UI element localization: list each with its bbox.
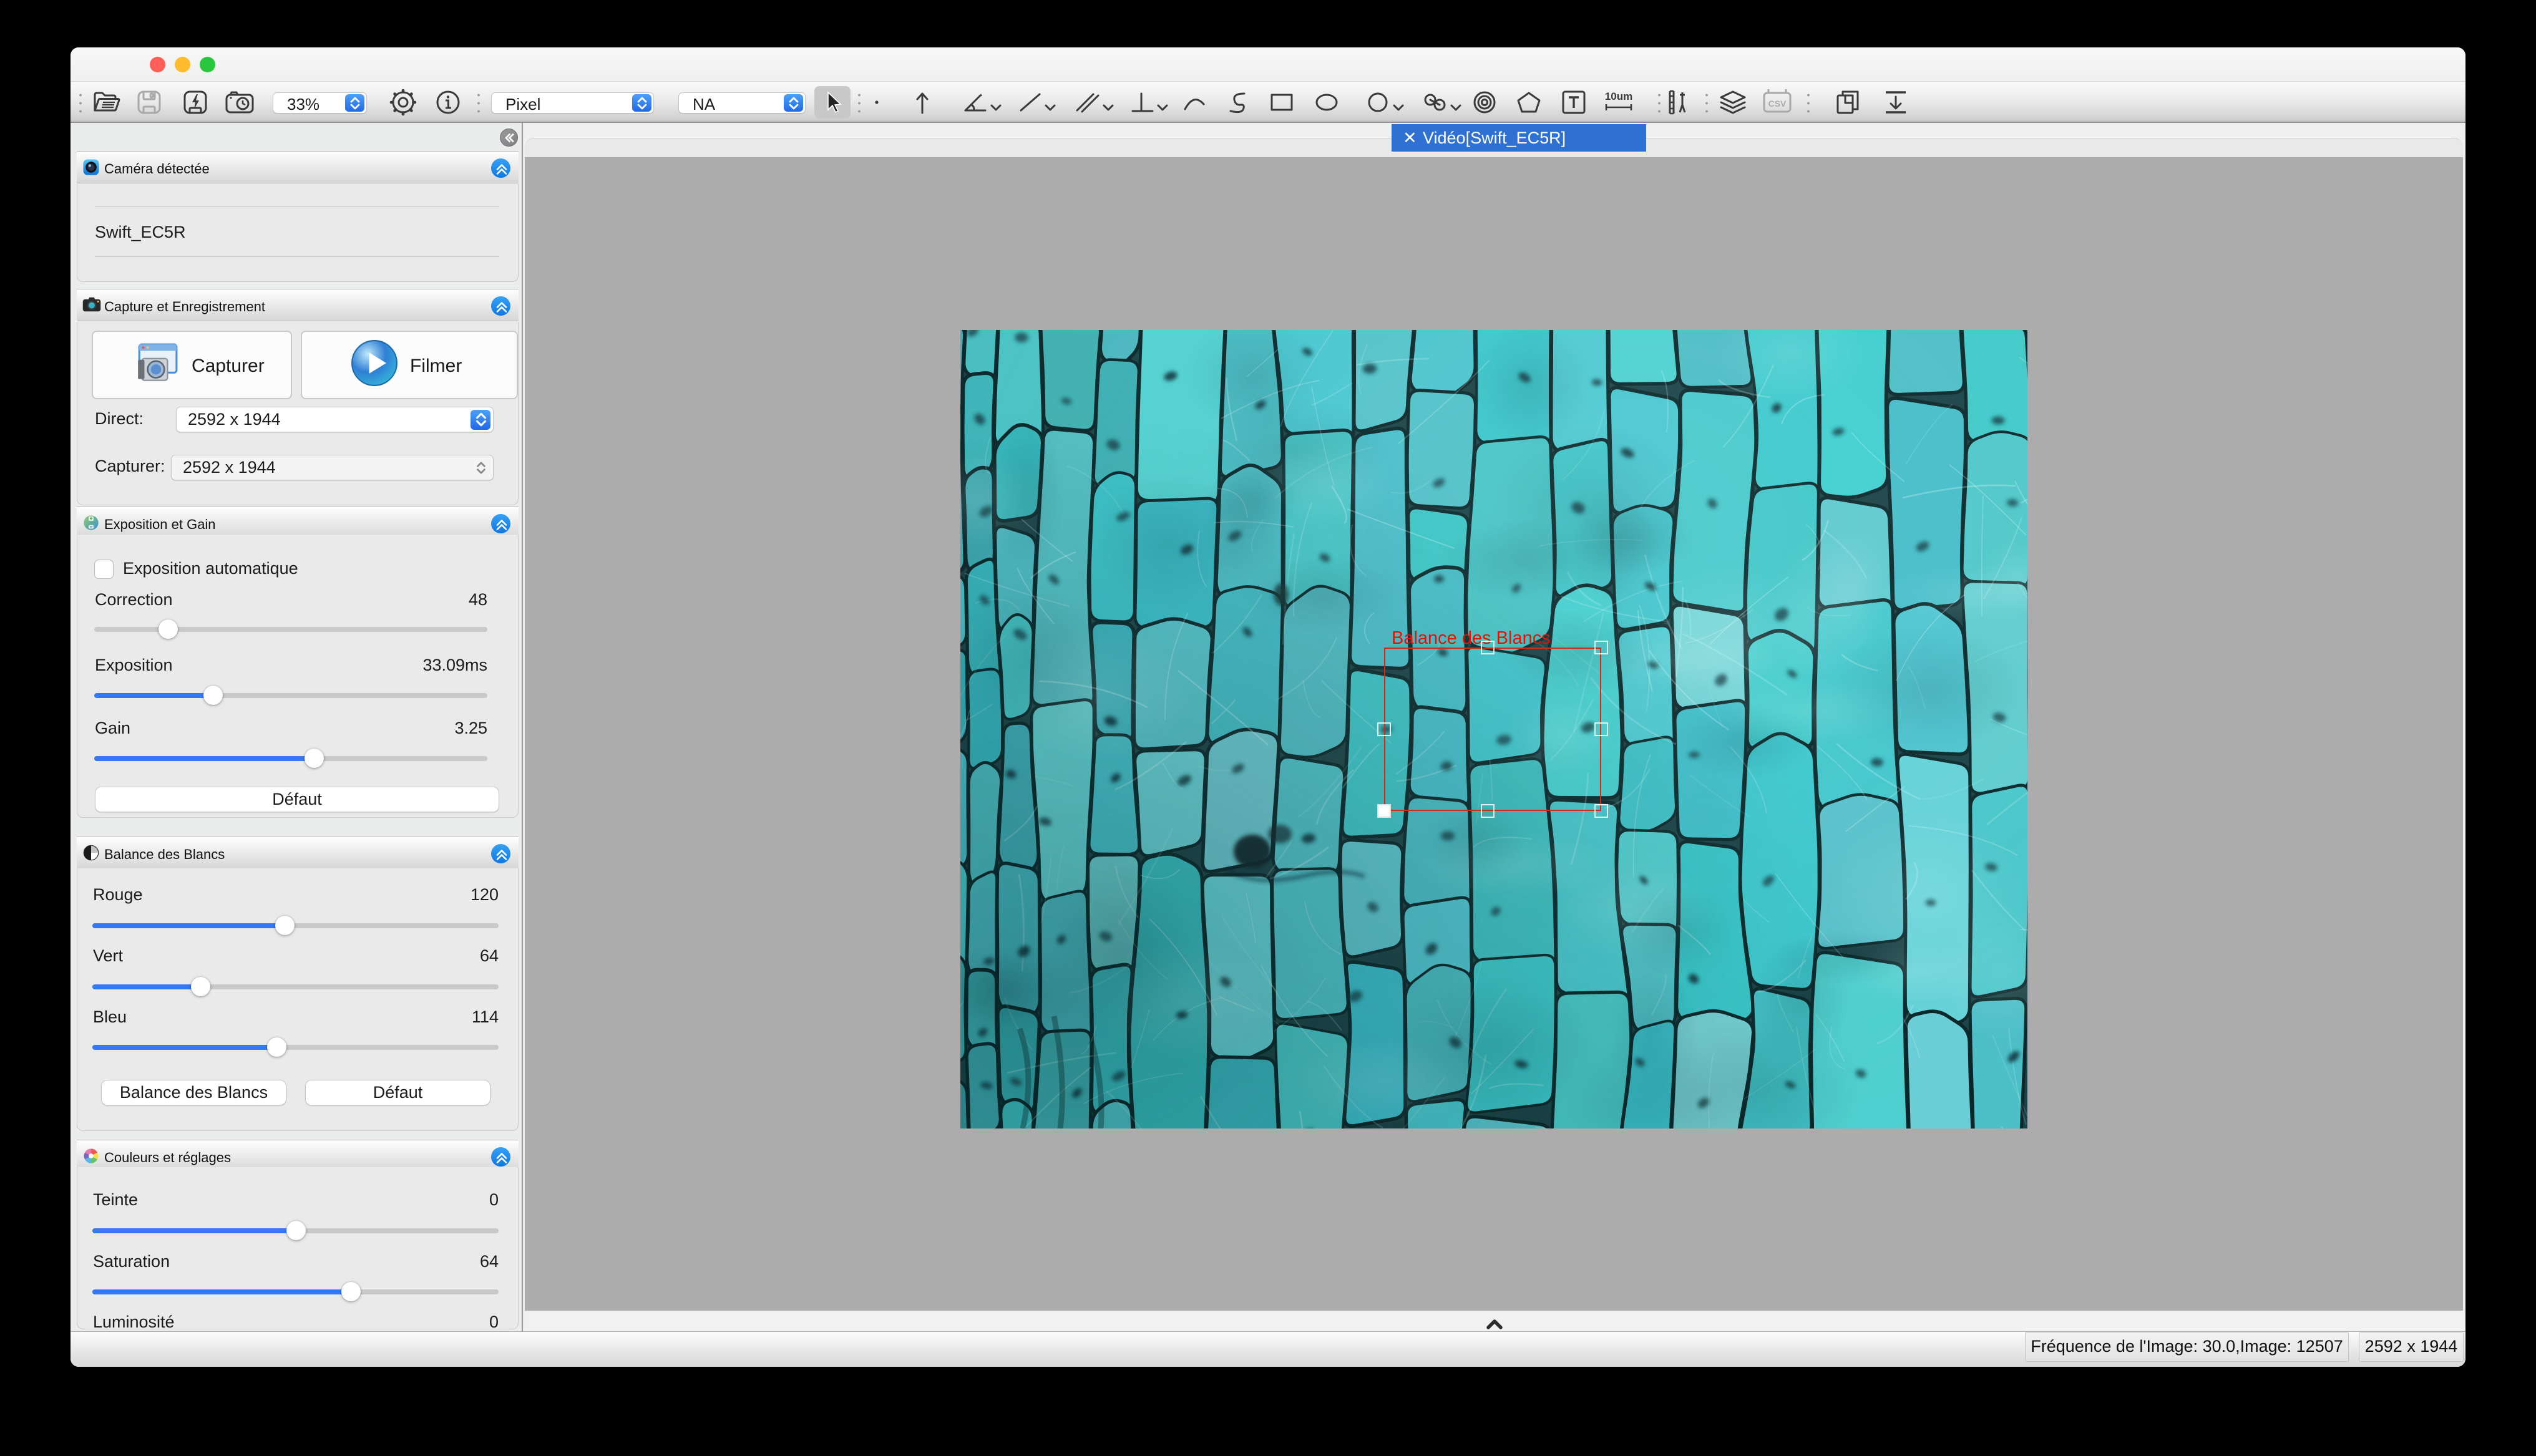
svg-text:CSV: CSV — [1768, 99, 1787, 109]
svg-text:10um: 10um — [1605, 90, 1632, 102]
